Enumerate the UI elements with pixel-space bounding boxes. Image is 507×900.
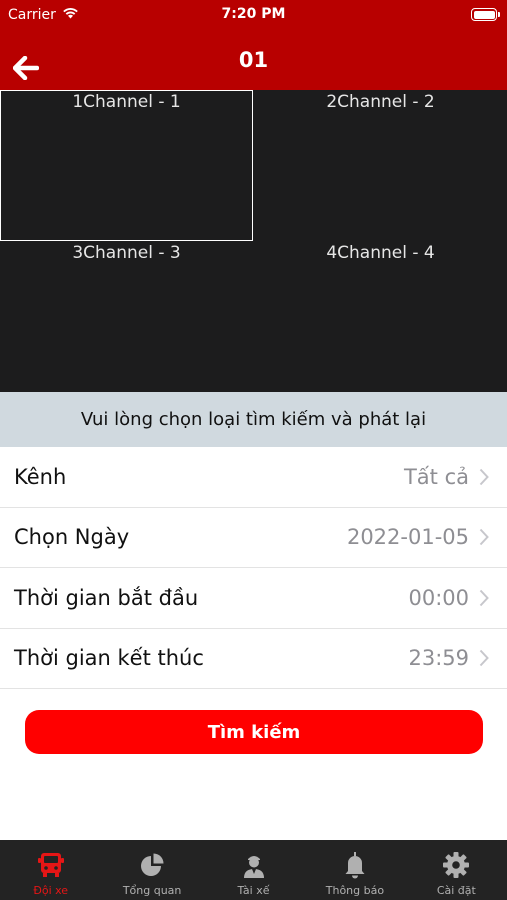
- row-value: 00:00: [408, 585, 469, 610]
- tab-label: Thông báo: [325, 884, 385, 897]
- tab-notifications[interactable]: Thông báo: [304, 840, 405, 900]
- row-value: 2022-01-05: [346, 525, 469, 550]
- pie-chart-icon: [136, 850, 168, 880]
- channel-view-1[interactable]: 1Channel - 1: [0, 90, 253, 241]
- channel-label: 1Channel - 1: [72, 92, 181, 112]
- row-value: Tất cả: [403, 464, 469, 489]
- gear-icon: [440, 850, 472, 880]
- tab-settings[interactable]: Cài đặt: [406, 840, 507, 900]
- channel-label: 3Channel - 3: [72, 243, 181, 263]
- battery-icon: [471, 8, 500, 21]
- tab-label: Tổng quan: [122, 884, 182, 897]
- row-label: Thời gian kết thúc: [14, 646, 204, 671]
- chevron-right-icon: [479, 648, 493, 668]
- status-bar: Carrier 7:20 PM: [0, 0, 507, 28]
- tab-overview[interactable]: Tổng quan: [101, 840, 202, 900]
- start-time-row[interactable]: Thời gian bắt đầu 00:00: [0, 568, 507, 629]
- channel-label: 2Channel - 2: [326, 92, 435, 112]
- nav-header: Carrier 7:20 PM 01: [0, 0, 507, 90]
- channel-view-3[interactable]: 3Channel - 3: [0, 241, 253, 392]
- row-label: Thời gian bắt đầu: [14, 585, 199, 610]
- tab-drivers[interactable]: Tài xế: [203, 840, 304, 900]
- chevron-right-icon: [479, 588, 493, 608]
- row-label: Chọn Ngày: [14, 525, 130, 550]
- row-label: Kênh: [14, 464, 67, 489]
- channel-select-row[interactable]: Kênh Tất cả: [0, 447, 507, 508]
- tab-label: Cài đặt: [436, 884, 476, 897]
- row-value: 23:59: [408, 646, 469, 671]
- channel-label: 4Channel - 4: [326, 243, 435, 263]
- search-options-list: Kênh Tất cả Chọn Ngày 2022-01-05 Thời gi…: [0, 447, 507, 689]
- video-grid: 1Channel - 1 2Channel - 2 3Channel - 3 4…: [0, 90, 507, 392]
- search-button[interactable]: Tìm kiếm: [25, 710, 483, 754]
- chevron-right-icon: [479, 467, 493, 487]
- page-title: 01: [238, 48, 269, 72]
- channel-view-4[interactable]: 4Channel - 4: [254, 241, 507, 392]
- tab-label: Tài xế: [237, 884, 270, 897]
- truck-icon: [35, 850, 67, 880]
- search-prompt: Vui lòng chọn loại tìm kiếm và phát lại: [0, 392, 507, 447]
- tab-bar: Đội xe Tổng quan Tài xế Thông báo Cài đặ…: [0, 840, 507, 900]
- status-time: 7:20 PM: [221, 6, 286, 22]
- date-select-row[interactable]: Chọn Ngày 2022-01-05: [0, 508, 507, 568]
- driver-icon: [238, 850, 270, 880]
- bell-icon: [339, 850, 371, 880]
- chevron-right-icon: [479, 527, 493, 547]
- end-time-row[interactable]: Thời gian kết thúc 23:59: [0, 629, 507, 689]
- channel-view-2[interactable]: 2Channel - 2: [254, 90, 507, 241]
- tab-fleet[interactable]: Đội xe: [0, 840, 101, 900]
- tab-label: Đội xe: [33, 884, 69, 897]
